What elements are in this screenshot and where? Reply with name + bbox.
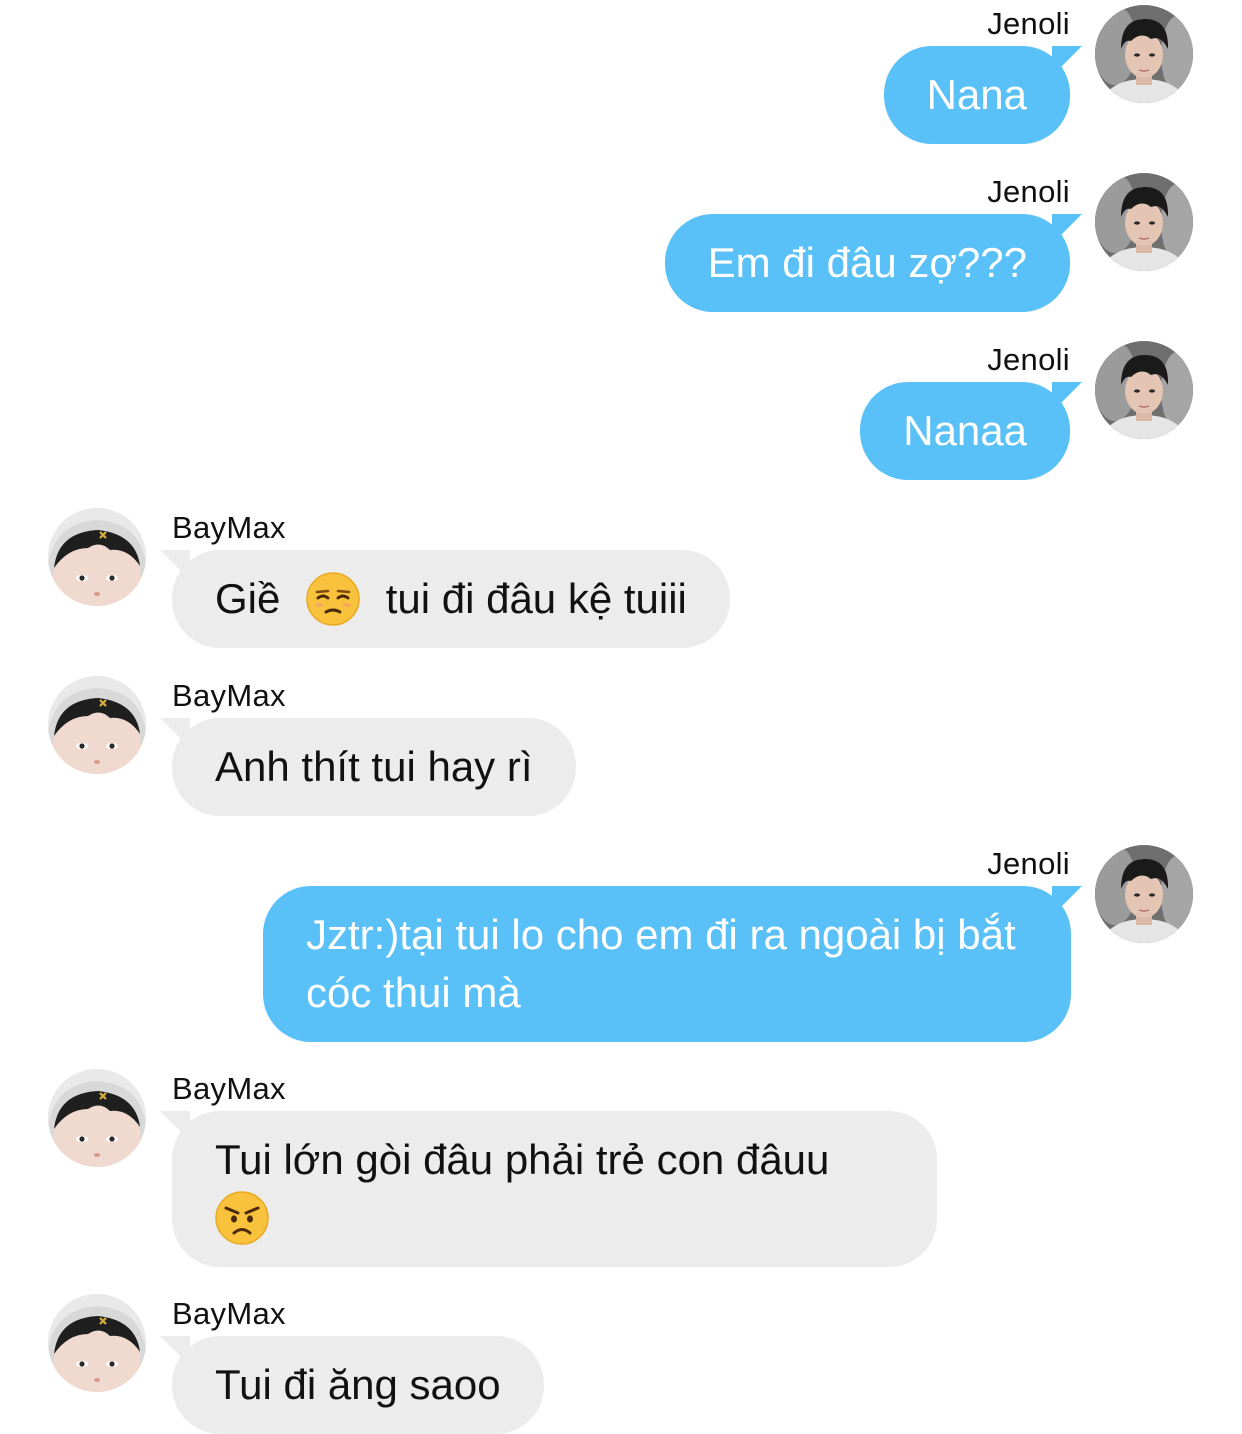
baymax-avatar[interactable]	[48, 1294, 146, 1392]
message-bubble[interactable]: Anh thít tui hay rì	[172, 718, 576, 816]
sender-name: BayMax	[172, 1296, 286, 1331]
chat-thread: Jenoli Nana Jenoli Em đi đâu zợ??? Jenol…	[0, 0, 1242, 1434]
jenoli-avatar[interactable]	[1095, 5, 1193, 103]
message-text: Giề	[215, 575, 281, 622]
message-bubble[interactable]: Tui đi ăng saoo	[172, 1336, 544, 1434]
baymax-avatar[interactable]	[48, 676, 146, 774]
baymax-avatar[interactable]	[48, 1069, 146, 1167]
message-text: Tui lớn gòi đâu phải trẻ con đâuu	[215, 1136, 830, 1183]
message-bubble[interactable]: Nanaa	[860, 382, 1070, 480]
baymax-avatar[interactable]	[48, 508, 146, 606]
angry-face-emoji-icon	[215, 1191, 269, 1245]
message-text: tui đi đâu kệ tuiii	[385, 575, 687, 622]
unamused-face-emoji-icon	[306, 572, 360, 626]
sender-name: BayMax	[172, 1071, 286, 1106]
message-bubble[interactable]: Nana	[883, 46, 1070, 144]
message-bubble[interactable]: Em đi đâu zợ???	[664, 214, 1070, 312]
sender-name: Jenoli	[987, 342, 1070, 377]
message-bubble[interactable]: Tui lớn gòi đâu phải trẻ con đâuu	[172, 1111, 937, 1267]
message-bubble[interactable]: Giề tui đi đâu kệ tuiii	[172, 550, 730, 648]
jenoli-avatar[interactable]	[1095, 341, 1193, 439]
sender-name: BayMax	[172, 510, 286, 545]
message-bubble[interactable]: Jztr:)tại tui lo cho em đi ra ngoài bị b…	[263, 886, 1071, 1042]
sender-name: BayMax	[172, 678, 286, 713]
jenoli-avatar[interactable]	[1095, 845, 1193, 943]
sender-name: Jenoli	[987, 6, 1070, 41]
sender-name: Jenoli	[987, 174, 1070, 209]
sender-name: Jenoli	[987, 846, 1070, 881]
jenoli-avatar[interactable]	[1095, 173, 1193, 271]
